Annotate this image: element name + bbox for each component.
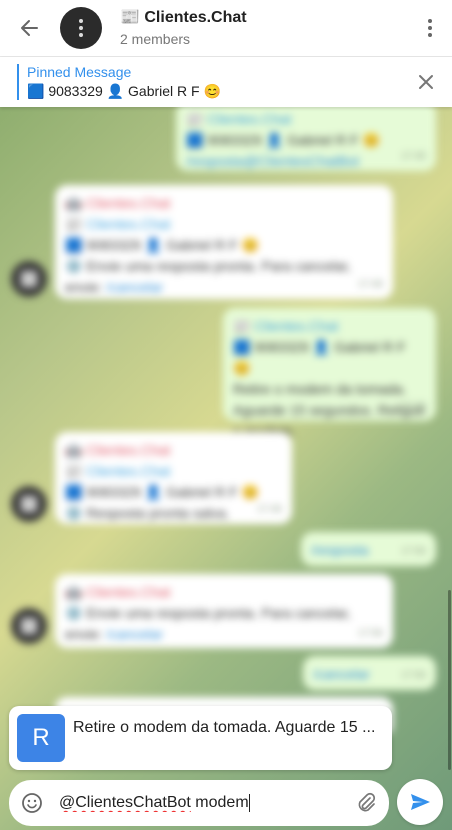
bot-icon <box>21 496 37 512</box>
message-bubble[interactable]: /resposta 17:56 <box>301 532 436 566</box>
text-caret <box>248 793 250 812</box>
command-link[interactable]: /cancelar <box>313 666 370 682</box>
message-line: 🟦 9083329 👤 Gabriel R F 😊 <box>186 132 380 148</box>
bot-icon <box>21 618 37 634</box>
message-time: 17:45 <box>400 151 426 162</box>
sender-name: 🤖 Clientes.Chat <box>65 584 171 600</box>
forward-header: 📰 Clientes.Chat <box>233 318 339 334</box>
message-bubble[interactable]: 🤖 Clientes.Chat 📰 Clientes.Chat 🟦 908332… <box>55 185 393 299</box>
forward-header: 📰 Clientes.Chat <box>65 216 171 232</box>
pinned-label: Pinned Message <box>27 64 132 80</box>
command-link[interactable]: /resposta@ClientesChatBot <box>186 151 426 172</box>
sender-name: 🤖 Clientes.Chat <box>65 442 171 458</box>
pinned-close-button[interactable] <box>400 57 452 107</box>
bot-avatar[interactable] <box>11 486 47 522</box>
send-button[interactable] <box>397 779 443 825</box>
message-line: 🟦 9083329 👤 Gabriel R F 😊 <box>233 339 406 376</box>
message-bubble[interactable]: 📰 Clientes.Chat 🟦 9083329 👤 Gabriel R F … <box>176 107 436 171</box>
bot-avatar[interactable] <box>11 261 47 297</box>
attach-button[interactable] <box>343 780 389 826</box>
chat-title-block[interactable]: 📰 Clientes.Chat 2 members <box>120 8 408 48</box>
command-link[interactable]: /cancelar <box>106 279 163 295</box>
suggestion-text: Retire o modem da tomada. Aguarde 15 ... <box>73 719 376 736</box>
emoji-button[interactable] <box>9 780 55 826</box>
chat-scrollbar[interactable] <box>448 590 451 770</box>
inline-suggestion[interactable]: R Retire o modem da tomada. Aguarde 15 .… <box>9 706 392 770</box>
message-time: 17:46 <box>400 401 426 412</box>
chat-title: 📰 Clientes.Chat <box>120 9 247 26</box>
input-text: modem <box>190 794 249 812</box>
message-input[interactable]: @ClientesChatBot modem <box>55 793 343 812</box>
pinned-message-bar[interactable]: Pinned Message 🟦 9083329 👤 Gabriel R F 😊 <box>0 57 452 107</box>
emoji-icon <box>22 793 42 813</box>
message-bubble[interactable]: /cancelar 17:56 <box>303 656 436 690</box>
message-bubble[interactable]: 📰 Clientes.Chat 🟦 9083329 👤 Gabriel R F … <box>223 308 436 439</box>
forward-header: 📰 Clientes.Chat <box>65 463 171 479</box>
sender-name: 🤖 Clientes.Chat <box>65 195 171 211</box>
back-button[interactable] <box>0 0 58 57</box>
message-line: 🟦 9083329 👤 Gabriel R F 😊 <box>65 237 259 253</box>
close-icon <box>419 75 433 89</box>
suggestion-letter-icon: R <box>17 714 65 762</box>
chat-avatar[interactable] <box>60 7 102 49</box>
command-link[interactable]: /cancelar <box>106 626 163 642</box>
forward-header: 📰 Clientes.Chat <box>186 111 292 127</box>
message-time: 17:46 <box>357 279 383 290</box>
bot-icon <box>21 271 37 287</box>
message-time: 17:56 <box>400 546 426 557</box>
message-time: 17:56 <box>357 628 383 639</box>
message-time: 17:46 <box>256 504 282 515</box>
message-bubble[interactable]: 🤖 Clientes.Chat 📰 Clientes.Chat 🟦 908332… <box>55 432 292 524</box>
bot-avatar[interactable] <box>11 608 47 644</box>
chat-subtitle: 2 members <box>120 31 191 47</box>
pinned-text: 🟦 9083329 👤 Gabriel R F 😊 <box>27 83 221 99</box>
paperclip-icon <box>358 792 376 812</box>
message-time: 17:56 <box>400 670 426 681</box>
more-vert-icon <box>428 19 432 37</box>
mention-text: @ClientesChatBot <box>59 794 191 812</box>
pinned-accent-bar <box>17 64 19 100</box>
send-icon <box>411 794 430 810</box>
more-menu-button[interactable] <box>408 0 452 57</box>
message-composer: @ClientesChatBot modem <box>9 780 389 826</box>
command-link[interactable]: /resposta <box>311 542 369 558</box>
arrow-left-icon <box>21 20 38 36</box>
message-text: ⚙️ Resposta pronta salva. <box>65 505 230 521</box>
message-line: 🟦 9083329 👤 Gabriel R F 😊 <box>65 484 259 500</box>
chat-header: 📰 Clientes.Chat 2 members <box>0 0 452 57</box>
message-bubble[interactable]: 🤖 Clientes.Chat ⚙️ Envie uma resposta pr… <box>55 574 393 648</box>
avatar-dots-icon <box>79 19 83 37</box>
